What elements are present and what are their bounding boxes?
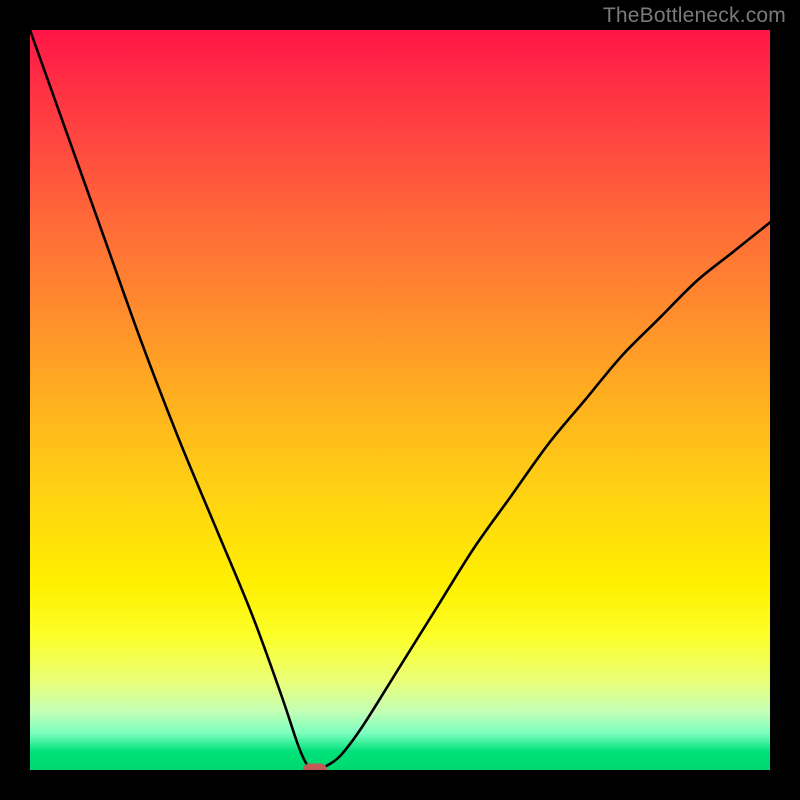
chart-frame: TheBottleneck.com (0, 0, 800, 800)
optimal-marker (303, 764, 327, 771)
bottleneck-curve (30, 30, 770, 770)
bottleneck-curve-svg (30, 30, 770, 770)
plot-area (30, 30, 770, 770)
watermark-text: TheBottleneck.com (603, 4, 786, 28)
